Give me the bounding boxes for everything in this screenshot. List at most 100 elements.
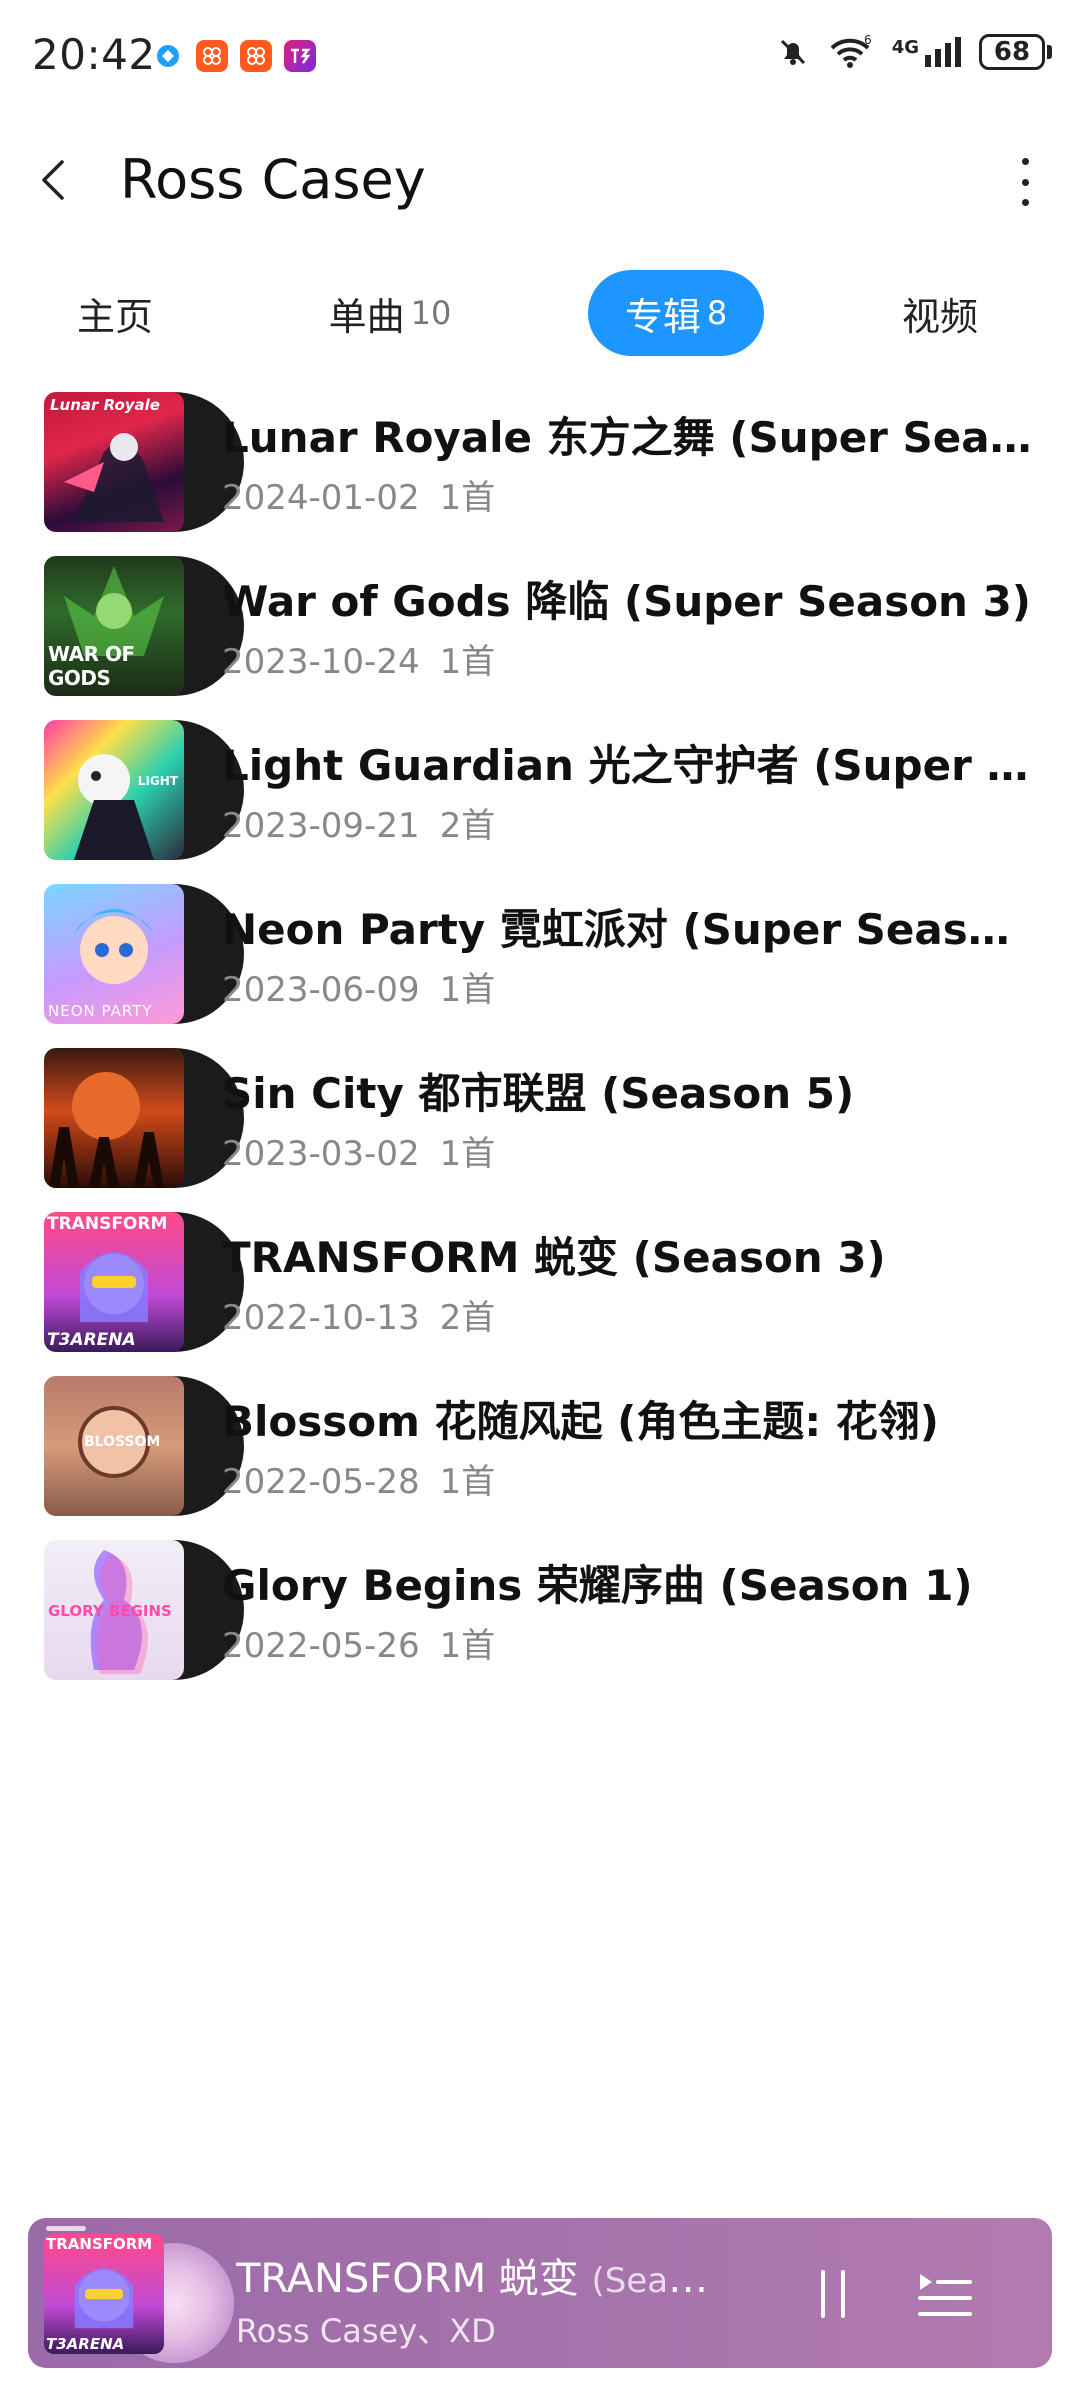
album-cover: NEON PARTY bbox=[44, 884, 244, 1024]
tab-label: 主页 bbox=[76, 294, 153, 339]
album-track-count: 1首 bbox=[439, 642, 496, 682]
chevron-left-icon bbox=[42, 160, 64, 200]
album-track-count: 2首 bbox=[439, 1298, 496, 1338]
mini-player[interactable]: TRANSFORM T3ARENA TRANSFORM 蜕变 (Season 3… bbox=[28, 2218, 1052, 2368]
player-title-text: TRANSFORM 蜕变 bbox=[236, 2256, 579, 2302]
album-title: Glory Begins 荣耀序曲 (Season 1) bbox=[222, 1561, 973, 1610]
cover-caption: T3ARENA bbox=[47, 1330, 136, 1350]
header-bar: Ross Casey bbox=[0, 130, 1080, 230]
app-t3-icon bbox=[284, 40, 316, 72]
album-cover: GLORY BEGINS bbox=[44, 1540, 244, 1680]
album-row[interactable]: TRANSFORM T3ARENA TRANSFORM 蜕变 (Season 3… bbox=[0, 1202, 1080, 1366]
playlist-icon bbox=[918, 2274, 972, 2316]
tab-count: 10 bbox=[410, 294, 452, 332]
album-track-count: 1首 bbox=[439, 970, 496, 1010]
album-row[interactable]: BLOSSOM Blossom 花随风起 (角色主题: 花翎) 2022-05-… bbox=[0, 1366, 1080, 1530]
album-list: Lunar Royale Lunar Royale 东方之舞 (Super Se… bbox=[0, 382, 1080, 1694]
tab-singles[interactable]: 单曲 10 bbox=[310, 270, 470, 356]
album-title: TRANSFORM 蜕变 (Season 3) bbox=[222, 1233, 886, 1282]
status-indicators: 6 4G 68 bbox=[776, 34, 1052, 70]
album-title: Sin City 都市联盟 (Season 5) bbox=[222, 1069, 855, 1118]
cover-caption: BLOSSOM bbox=[84, 1434, 161, 1450]
battery-tip bbox=[1047, 45, 1052, 59]
network-type-label: 4G bbox=[891, 37, 919, 58]
album-cover: TRANSFORM T3ARENA bbox=[44, 1212, 244, 1352]
cover-caption: Lunar Royale bbox=[50, 396, 160, 414]
album-date: 2022-05-28 bbox=[222, 1462, 420, 1502]
tab-home[interactable]: 主页 bbox=[50, 270, 180, 356]
app-blue-icon bbox=[152, 40, 184, 72]
status-bar: 20:42 6 4G 68 bbox=[0, 0, 1080, 110]
cover-caption: NEON PARTY bbox=[48, 1002, 153, 1020]
album-row[interactable]: Sin City 都市联盟 (Season 5) 2023-03-02 1首 bbox=[0, 1038, 1080, 1202]
album-title: Neon Party 霓虹派对 (Super Season 1) bbox=[222, 905, 1032, 954]
album-date: 2023-03-02 bbox=[222, 1134, 420, 1174]
page-title: Ross Casey bbox=[120, 148, 426, 211]
album-cover: BLOSSOM bbox=[44, 1376, 244, 1516]
album-title: Blossom 花随风起 (角色主题: 花翎) bbox=[222, 1397, 939, 1446]
cover-caption: LIGHT bbox=[137, 774, 178, 788]
album-row[interactable]: WAR OF GODS War of Gods 降临 (Super Season… bbox=[0, 546, 1080, 710]
album-row[interactable]: LIGHT Light Guardian 光之守护者 (Super Season… bbox=[0, 710, 1080, 874]
album-date: 2023-10-24 bbox=[222, 642, 420, 682]
album-meta: 2023-06-09 1首 bbox=[222, 962, 495, 1011]
app-orange-icon bbox=[240, 40, 272, 72]
album-title: War of Gods 降临 (Super Season 3) bbox=[222, 577, 1031, 626]
cover-art: BLOSSOM bbox=[44, 1376, 184, 1516]
pause-button[interactable] bbox=[803, 2264, 863, 2324]
tab-bar: 主页 单曲 10 专辑 8 视频 bbox=[0, 270, 1080, 356]
player-track-title: TRANSFORM 蜕变 (Season 3) bbox=[236, 2246, 716, 2304]
tab-albums[interactable]: 专辑 8 bbox=[588, 270, 764, 356]
album-meta: 2024-01-02 1首 bbox=[222, 470, 495, 519]
album-cover: LIGHT bbox=[44, 720, 244, 860]
cover-art: LIGHT bbox=[44, 720, 184, 860]
album-track-count: 1首 bbox=[439, 478, 496, 518]
status-app-icons bbox=[152, 40, 316, 72]
back-button[interactable] bbox=[28, 152, 84, 208]
album-row[interactable]: NEON PARTY Neon Party 霓虹派对 (Super Season… bbox=[0, 874, 1080, 1038]
tab-label: 专辑 bbox=[624, 294, 701, 339]
album-cover: Lunar Royale bbox=[44, 392, 244, 532]
album-row[interactable]: Lunar Royale Lunar Royale 东方之舞 (Super Se… bbox=[0, 382, 1080, 546]
status-time: 20:42 bbox=[32, 30, 156, 79]
album-meta: 2022-05-26 1首 bbox=[222, 1618, 495, 1667]
playlist-button[interactable] bbox=[910, 2264, 980, 2324]
app-orange-icon bbox=[196, 40, 228, 72]
album-track-count: 1首 bbox=[439, 1462, 496, 1502]
svg-text:6: 6 bbox=[864, 34, 872, 47]
tab-videos[interactable]: 视频 bbox=[880, 270, 1000, 356]
cover-caption: GLORY BEGINS bbox=[48, 1602, 172, 1620]
album-meta: 2023-10-24 1首 bbox=[222, 634, 495, 683]
pause-icon bbox=[821, 2270, 845, 2318]
album-meta: 2022-10-13 2首 bbox=[222, 1290, 495, 1339]
album-date: 2023-09-21 bbox=[222, 806, 420, 846]
player-drag-handle[interactable] bbox=[46, 2226, 86, 2231]
album-row[interactable]: GLORY BEGINS Glory Begins 荣耀序曲 (Season 1… bbox=[0, 1530, 1080, 1694]
player-cover-art: TRANSFORM T3ARENA bbox=[44, 2234, 164, 2354]
cover-art: WAR OF GODS bbox=[44, 556, 184, 696]
more-dot-icon bbox=[1021, 178, 1029, 186]
wifi-icon: 6 bbox=[830, 34, 872, 68]
cover-art: GLORY BEGINS bbox=[44, 1540, 184, 1680]
cover-caption: WAR OF GODS bbox=[48, 642, 135, 690]
more-dot-icon bbox=[1021, 158, 1029, 165]
album-date: 2023-06-09 bbox=[222, 970, 420, 1010]
player-subtitle-text: (Season 3) bbox=[591, 2261, 716, 2301]
cover-caption: T3ARENA bbox=[46, 2335, 125, 2353]
player-artist: Ross Casey、XD bbox=[236, 2312, 496, 2350]
album-cover: WAR OF GODS bbox=[44, 556, 244, 696]
album-cover bbox=[44, 1048, 244, 1188]
album-date: 2022-10-13 bbox=[222, 1298, 420, 1338]
cover-caption: TRANSFORM bbox=[46, 2235, 153, 2253]
album-date: 2024-01-02 bbox=[222, 478, 420, 518]
album-track-count: 2首 bbox=[439, 806, 496, 846]
cover-art bbox=[44, 1048, 184, 1188]
album-track-count: 1首 bbox=[439, 1626, 496, 1666]
cover-art: Lunar Royale bbox=[44, 392, 184, 532]
cover-caption: TRANSFORM bbox=[47, 1214, 168, 1234]
battery-indicator: 68 bbox=[979, 34, 1045, 70]
more-options-button[interactable] bbox=[1010, 152, 1040, 212]
tab-label: 视频 bbox=[901, 294, 978, 339]
tab-count: 8 bbox=[706, 294, 728, 332]
cover-art: TRANSFORM T3ARENA bbox=[44, 1212, 184, 1352]
